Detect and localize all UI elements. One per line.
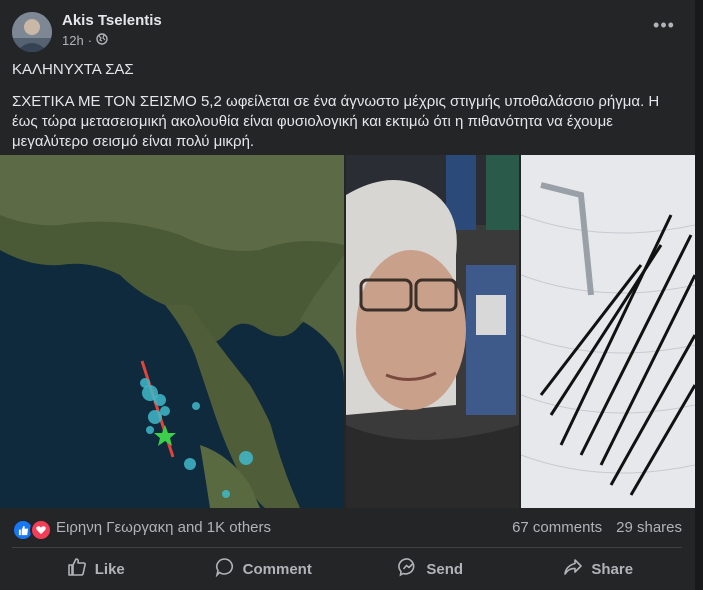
post-text: ΚΑΛΗΝΥΧΤΑ ΣΑΣ ΣΧΕΤΙΚΑ ΜΕ ΤΟΝ ΣΕΙΣΜΟ 5,2 … [12,60,682,164]
reactions-bar: Ειρηνη Γεωργακη and 1K others 67 comment… [12,513,682,543]
portrait-image[interactable] [346,155,519,508]
post-body: ΣΧΕΤΙΚΑ ΜΕ ΤΟΝ ΣΕΙΣΜΟ 5,2 ωφείλεται σε έ… [12,93,660,150]
action-bar: Like Comment Send Share [12,551,682,587]
like-label: Like [94,560,125,578]
love-reaction-icon [30,519,52,541]
comment-label: Comment [242,560,312,578]
map-image[interactable] [0,155,344,508]
reaction-icons[interactable] [12,519,52,541]
shares-count[interactable]: 29 shares [616,519,682,536]
globe-icon[interactable] [96,33,108,48]
share-icon [563,557,583,581]
dot-separator: · [87,33,93,48]
avatar[interactable] [12,12,52,52]
like-button[interactable]: Like [12,551,180,587]
post-header: Akis Tselentis 12h · ••• [12,12,682,52]
seismograph-image[interactable] [521,155,695,508]
comment-button[interactable]: Comment [180,551,348,587]
divider [12,547,682,548]
messenger-icon [398,557,418,581]
send-label: Send [426,560,464,578]
post-time[interactable]: 12h [62,33,84,48]
engagement-counts: 67 comments 29 shares [512,519,682,536]
post-card: Akis Tselentis 12h · ••• ΚΑΛΗΝΥΧΤΑ ΣΑΣ Σ… [0,0,695,590]
share-label: Share [591,560,634,578]
send-button[interactable]: Send [347,551,515,587]
comments-count[interactable]: 67 comments [512,519,602,536]
like-icon [67,557,87,581]
share-button[interactable]: Share [515,551,683,587]
author-name[interactable]: Akis Tselentis [62,12,162,29]
reaction-summary[interactable]: Ειρηνη Γεωργακη and 1K others [56,519,271,536]
post-greeting: ΚΑΛΗΝΥΧΤΑ ΣΑΣ [12,61,134,78]
post-media[interactable] [0,155,695,508]
more-options-icon[interactable]: ••• [646,16,682,40]
comment-icon [215,557,235,581]
post-meta: 12h · [62,33,108,48]
